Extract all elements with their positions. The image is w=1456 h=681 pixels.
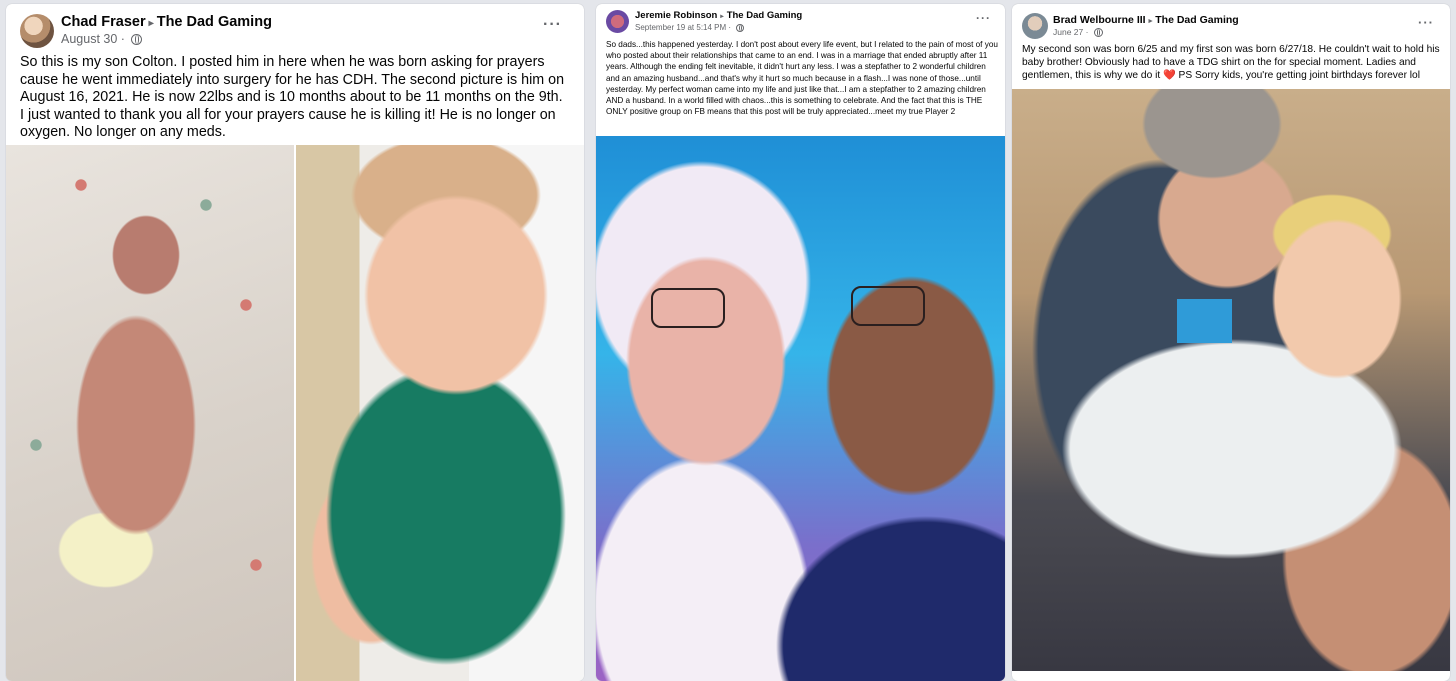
post-meta: August 30 ·	[61, 32, 143, 46]
post-text: So this is my son Colton. I posted him i…	[20, 54, 565, 141]
author-name-link[interactable]: Jeremie Robinson	[635, 10, 717, 21]
post-text: So dads...this happened yesterday. I don…	[606, 40, 998, 117]
author-name-link[interactable]: Chad Fraser	[61, 14, 146, 30]
post-meta: September 19 at 5:14 PM ·	[635, 23, 745, 32]
caret-right-icon: ▸	[1148, 16, 1153, 25]
post-card-chad-fraser: Chad Fraser ▸ The Dad Gaming August 30 · ·…	[6, 4, 584, 681]
post-author-line: Jeremie Robinson ▸ The Dad Gaming	[635, 10, 802, 21]
more-options-button[interactable]: ···	[543, 16, 562, 34]
group-name-link[interactable]: The Dad Gaming	[727, 10, 802, 21]
author-avatar[interactable]	[20, 14, 54, 48]
more-options-button[interactable]: ···	[976, 11, 991, 25]
post-photo-father-sons[interactable]	[1012, 89, 1450, 671]
post-card-jeremie-robinson: Jeremie Robinson ▸ The Dad Gaming Septembe…	[596, 4, 1005, 681]
post-author-line: Chad Fraser ▸ The Dad Gaming	[61, 14, 272, 30]
post-author-line: Brad Welbourne III ▸ The Dad Gaming	[1053, 14, 1239, 26]
author-name-link[interactable]: Brad Welbourne III	[1053, 14, 1146, 26]
group-name-link[interactable]: The Dad Gaming	[157, 14, 272, 30]
globe-icon	[1093, 28, 1103, 38]
globe-icon	[131, 34, 143, 46]
post-timestamp[interactable]: June 27	[1053, 27, 1083, 37]
post-photo-wedding-selfie[interactable]	[596, 136, 1005, 681]
globe-icon	[736, 23, 745, 32]
group-name-link[interactable]: The Dad Gaming	[1155, 14, 1238, 26]
eyeglasses-shape	[851, 286, 925, 326]
post-timestamp[interactable]: September 19 at 5:14 PM	[635, 23, 726, 32]
post-photo-newborn-hospital[interactable]	[6, 145, 294, 681]
author-avatar[interactable]	[606, 10, 629, 33]
heart-emoji-icon: ❤️	[1163, 69, 1176, 81]
post-card-brad-welbourne: Brad Welbourne III ▸ The Dad Gaming June 2…	[1012, 4, 1450, 681]
post-photo-baby-smiling[interactable]	[296, 145, 584, 681]
author-avatar[interactable]	[1022, 13, 1048, 39]
post-text-ps: PS Sorry kids, you're getting joint birt…	[1175, 69, 1420, 81]
caret-right-icon: ▸	[148, 18, 154, 29]
shirt-logo-shape	[1177, 299, 1232, 343]
post-timestamp[interactable]: August 30	[61, 32, 117, 46]
post-meta: June 27 ·	[1053, 27, 1103, 38]
eyeglasses-shape	[651, 288, 725, 328]
caret-right-icon: ▸	[720, 13, 724, 20]
more-options-button[interactable]: ···	[1418, 15, 1434, 30]
post-text: My second son was born 6/25 and my first…	[1022, 44, 1444, 82]
